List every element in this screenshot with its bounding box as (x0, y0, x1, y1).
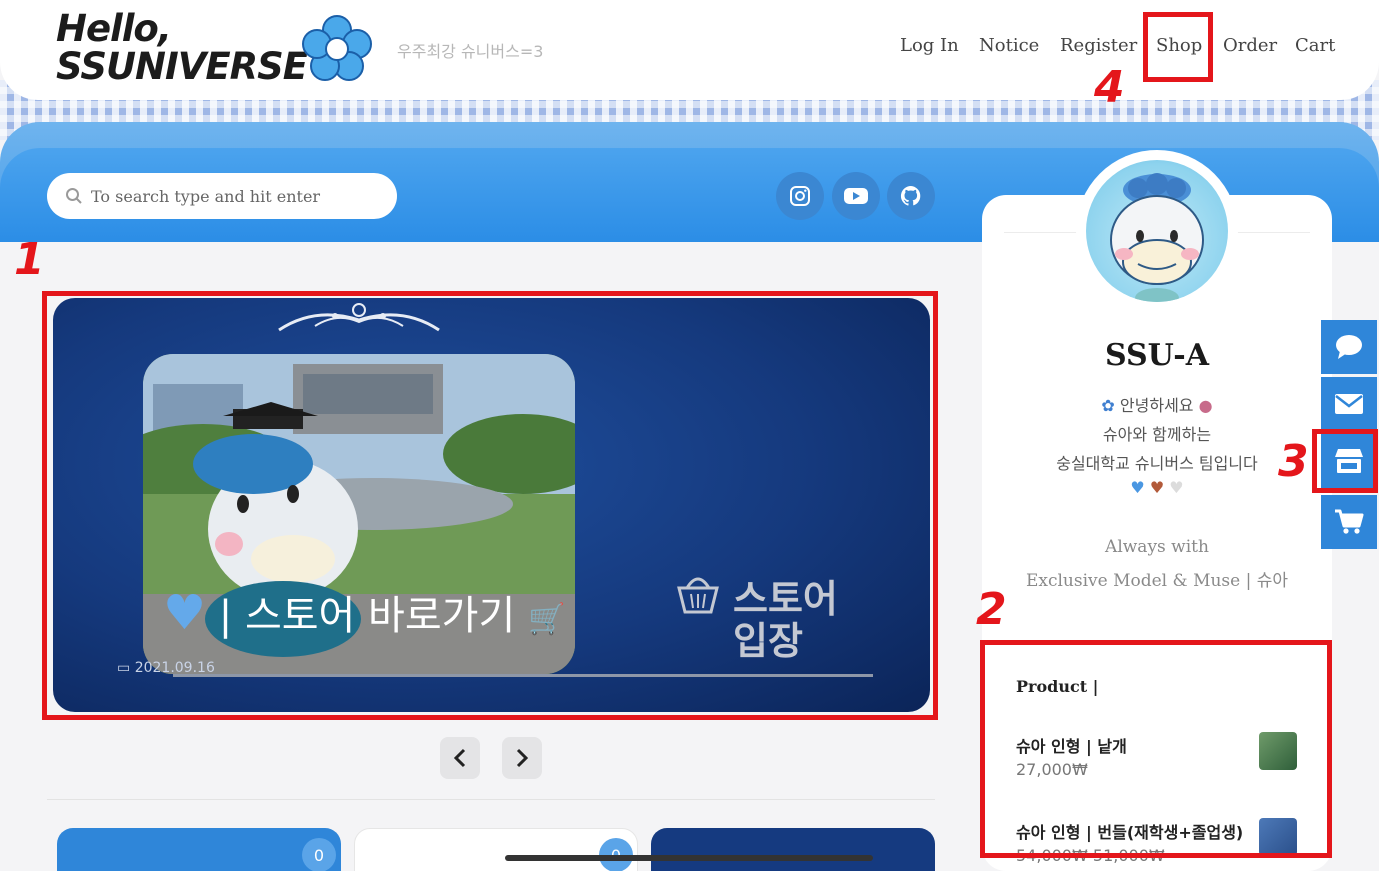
post-card[interactable] (651, 828, 935, 871)
profile-motto-line2: Exclusive Model & Muse | 슈아 (1025, 571, 1289, 591)
annotation-number-4: 4 (1094, 62, 1125, 113)
mail-button[interactable] (1321, 377, 1377, 431)
cart-icon (1335, 509, 1364, 534)
nav-cart[interactable]: Cart (1295, 35, 1335, 56)
brown-heart-icon: ♥ (1149, 478, 1165, 497)
post-card[interactable] (57, 828, 341, 871)
cart-button[interactable] (1321, 495, 1377, 549)
person-icon: ● (1198, 396, 1213, 415)
profile-name: SSU-A (1104, 338, 1210, 373)
chevron-left-icon (453, 748, 466, 768)
annotation-box-4 (1143, 12, 1213, 82)
nav-notice[interactable]: Notice (979, 35, 1039, 56)
profile-bio-line1: ✿ 안녕하세요 ● (1101, 396, 1213, 415)
annotation-box-3 (1312, 429, 1378, 493)
page: { "header": { "logo_line1": "Hello,", "l… (0, 0, 1379, 871)
avatar (1086, 160, 1228, 302)
annotation-box-1 (42, 291, 938, 720)
prev-slide-button[interactable] (440, 737, 480, 779)
annotation-number-1: 1 (14, 234, 45, 285)
blue-heart-icon: ♥ (1130, 478, 1145, 497)
butterfly-icon: ✿ (1101, 396, 1115, 415)
comment-count-badge: 0 (302, 838, 336, 871)
site-logo[interactable]: Hello, SSUNIVERSE (56, 10, 308, 86)
github-button[interactable] (887, 172, 935, 220)
nav-order[interactable]: Order (1223, 35, 1277, 56)
chat-icon (1336, 335, 1362, 359)
nav-register[interactable]: Register (1060, 35, 1137, 56)
white-heart-icon: ♥ (1169, 478, 1184, 497)
annotation-box-2 (980, 640, 1332, 858)
mail-icon (1335, 394, 1363, 414)
youtube-button[interactable] (832, 172, 880, 220)
profile-motto-line1: Always with (1105, 537, 1209, 557)
chat-button[interactable] (1321, 320, 1377, 374)
chevron-right-icon (516, 748, 529, 768)
content-divider (47, 799, 935, 800)
instagram-icon (790, 186, 810, 206)
next-slide-button[interactable] (502, 737, 542, 779)
instagram-button[interactable] (776, 172, 824, 220)
flower-logo-icon (302, 15, 372, 81)
youtube-icon (844, 188, 868, 204)
annotation-number-3: 3 (1278, 436, 1309, 487)
nav-login[interactable]: Log In (900, 35, 959, 56)
github-icon (900, 185, 921, 206)
annotation-number-2: 2 (976, 584, 1007, 635)
home-indicator (505, 855, 873, 861)
search-input[interactable] (91, 186, 381, 206)
search-icon (66, 188, 82, 204)
mascot-avatar-icon (1110, 173, 1204, 302)
post-card[interactable] (354, 828, 638, 871)
search-box (47, 173, 397, 219)
site-tagline: 우주최강 슈니버스=3 (397, 42, 544, 61)
